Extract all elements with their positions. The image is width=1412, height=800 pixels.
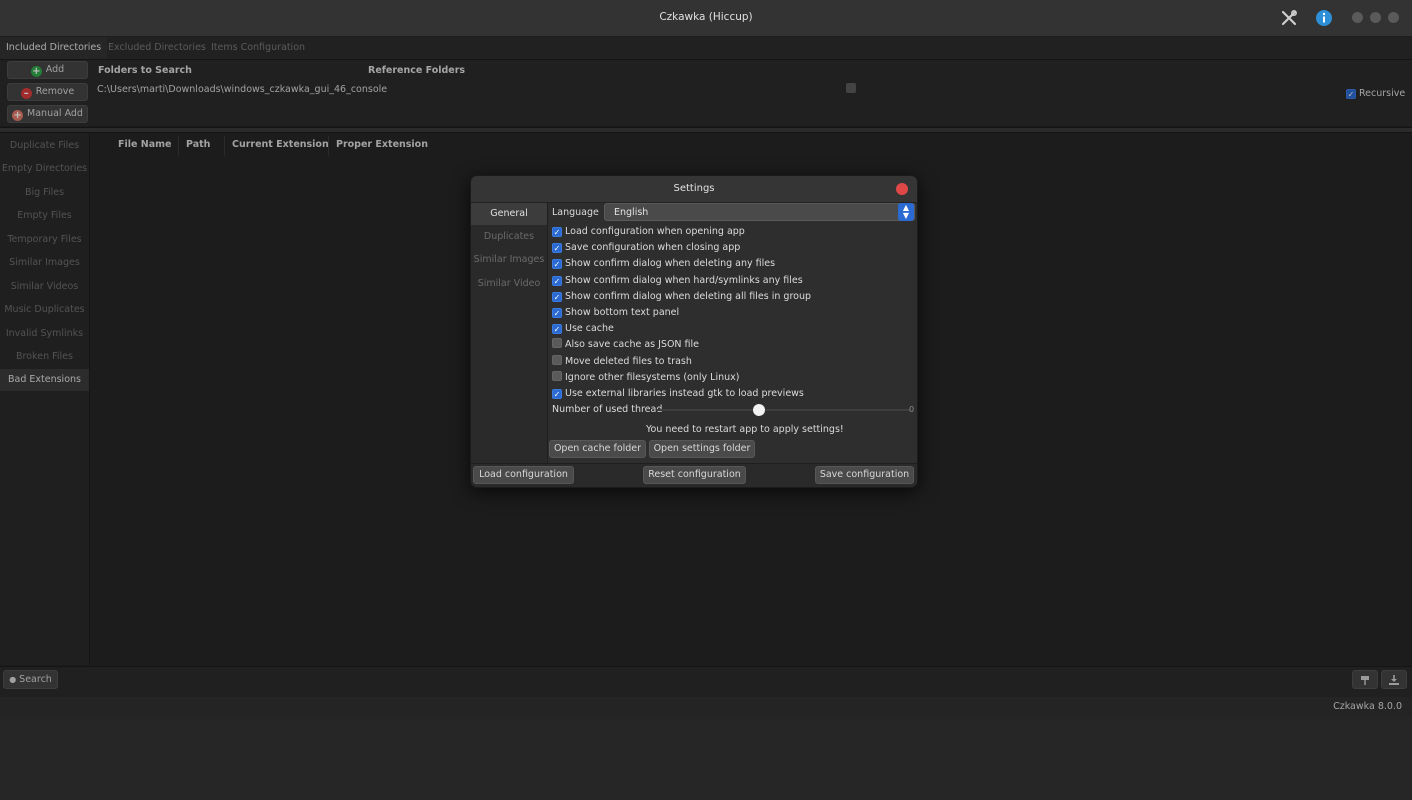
tools-icon[interactable] [1280,9,1298,27]
settings-option-checkbox[interactable]: ✓ Show bottom text panel [552,306,679,320]
settings-option-checkbox[interactable]: ✓ Use external libraries instead gtk to l… [552,387,804,401]
language-value: English [614,207,649,218]
settings-option-label: Load configuration when opening app [565,226,745,237]
settings-option-label: Ignore other filesystems (only Linux) [565,371,740,383]
restart-note: You need to restart app to apply setting… [646,424,844,435]
settings-option-checkbox[interactable]: Also save cache as JSON file [552,338,699,352]
maximize-button[interactable] [1370,12,1381,23]
settings-option-label: Use external libraries instead gtk to lo… [565,388,804,399]
checkbox-checked-icon: ✓ [552,227,562,237]
checkbox-unchecked-icon [552,354,562,365]
threads-slider-handle[interactable] [752,404,765,416]
threads-slider[interactable] [657,409,911,411]
chevron-up-down-icon: ▲ ▼ [898,203,914,221]
threads-label: Number of used thread [552,404,663,415]
settings-tab-similar-images[interactable]: Similar Images [471,249,547,271]
checkbox-checked-icon: ✓ [552,291,562,302]
settings-option-checkbox[interactable]: Ignore other filesystems (only Linux) [552,370,740,385]
settings-footer: Load configuration Reset configuration S… [471,463,917,487]
checkbox-unchecked-icon [552,338,562,349]
window-title: Czkawka (Hiccup) [659,11,753,23]
settings-option-label: Show confirm dialog when deleting any fi… [565,258,776,270]
load-configuration-button[interactable]: Load configuration [473,466,574,484]
open-cache-folder-button[interactable]: Open cache folder [549,440,646,458]
checkbox-checked-icon: ✓ [552,308,562,318]
settings-nav: General Duplicates Similar Images Simila… [471,203,548,463]
title-bar: Czkawka (Hiccup) [0,0,1412,37]
language-label: Language [552,207,599,218]
settings-tab-similar-video[interactable]: Similar Video [471,273,547,295]
checkbox-checked-icon: ✓ [552,243,562,254]
checkbox-unchecked-icon [552,370,562,381]
close-window-button[interactable] [1388,12,1399,23]
checkbox-checked-icon: ✓ [552,324,562,335]
text-panel [0,717,1412,800]
settings-option-checkbox[interactable]: ✓ Show confirm dialog when deleting all f… [552,290,811,304]
settings-tab-duplicates[interactable]: Duplicates [471,226,547,248]
settings-option-label: Show bottom text panel [565,307,680,318]
language-select[interactable]: English ▲ ▼ [604,203,915,221]
settings-dialog: Settings General Duplicates Similar Imag… [470,175,918,488]
save-configuration-button[interactable]: Save configuration [815,466,914,484]
threads-value: 0 [909,405,915,414]
settings-tab-general[interactable]: General [471,203,547,225]
settings-option-label: Show confirm dialog when hard/symlinks a… [565,274,803,286]
reset-configuration-button[interactable]: Reset configuration [643,466,746,484]
settings-option-label: Save configuration when closing app [565,242,741,254]
settings-title: Settings [471,176,917,203]
open-settings-folder-button[interactable]: Open settings folder [649,440,755,458]
settings-option-checkbox[interactable]: ✓ Show confirm dialog when hard/symlinks … [552,274,803,288]
minimize-button[interactable] [1352,12,1363,23]
settings-close-button[interactable] [896,183,908,195]
settings-option-checkbox[interactable]: ✓ Save configuration when closing app [552,241,740,255]
info-icon[interactable] [1315,9,1333,27]
checkbox-checked-icon: ✓ [552,275,562,286]
checkbox-checked-icon: ✓ [552,259,562,270]
settings-option-checkbox[interactable]: ✓ Load configuration when opening app [552,225,745,239]
settings-option-label: Show confirm dialog when deleting all fi… [565,290,811,302]
settings-option-checkbox[interactable]: Move deleted files to trash [552,354,692,369]
settings-option-checkbox[interactable]: ✓ Use cache [552,322,614,336]
checkbox-checked-icon: ✓ [552,389,562,399]
settings-option-label: Also save cache as JSON file [565,339,700,351]
settings-option-label: Use cache [565,323,614,335]
settings-option-checkbox[interactable]: ✓ Show confirm dialog when deleting any f… [552,257,775,271]
settings-option-label: Move deleted files to trash [565,355,692,367]
